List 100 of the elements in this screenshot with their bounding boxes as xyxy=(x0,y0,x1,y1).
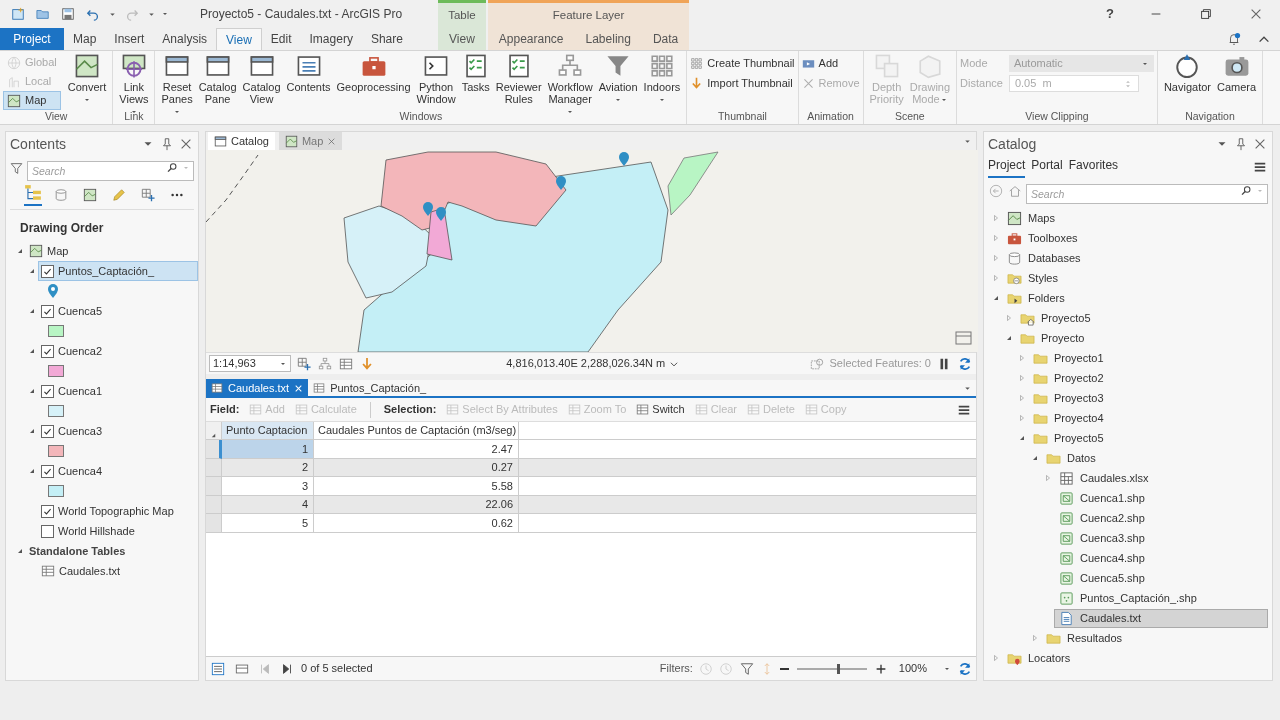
location-pin-icon[interactable] xyxy=(556,176,566,190)
coordinates-dropdown[interactable]: 4,816,013.40E 2,288,026.34N m xyxy=(506,355,680,372)
ribbon-tab[interactable]: Imagery xyxy=(300,28,362,50)
refresh-button[interactable] xyxy=(957,660,973,677)
ribbon-button[interactable]: Import Thumbnail xyxy=(690,75,795,92)
layer-row[interactable]: Puntos_Captación_ xyxy=(38,261,198,281)
catalog-item[interactable]: Cuenca4.shp xyxy=(1054,548,1268,568)
layer-row[interactable]: Cuenca1 xyxy=(38,381,198,401)
catalog-item[interactable]: Proyecto5 xyxy=(1028,428,1268,448)
layer-row[interactable]: Caudales.txt xyxy=(38,561,198,581)
ribbon-button[interactable]: Reset Panes xyxy=(158,53,196,117)
layer-row[interactable]: Cuenca5 xyxy=(38,301,198,321)
ribbon-tab[interactable]: Project xyxy=(0,28,64,50)
catalog-item[interactable]: Caudales.txt xyxy=(1054,608,1268,628)
catalog-item[interactable]: Proyecto4 xyxy=(1028,408,1268,428)
slider-thumb[interactable] xyxy=(837,663,841,674)
ribbon-tab[interactable]: Analysis xyxy=(153,28,217,50)
ribbon-button[interactable]: Catalog View xyxy=(239,53,284,105)
catalog-item[interactable]: Maps xyxy=(1002,208,1268,228)
checkbox[interactable] xyxy=(41,304,54,318)
checkbox[interactable] xyxy=(41,464,54,478)
ribbon-button[interactable]: Convert xyxy=(64,53,110,105)
table-tab[interactable]: Puntos_Captación_ xyxy=(308,379,432,397)
checkbox[interactable] xyxy=(41,344,54,358)
help-button[interactable]: ? xyxy=(1100,4,1120,24)
location-pin-icon[interactable] xyxy=(436,207,446,221)
checkbox[interactable] xyxy=(41,524,54,538)
search-field[interactable]: Search xyxy=(1026,184,1268,204)
ribbon-button[interactable]: Tasks xyxy=(458,53,493,93)
ribbon-button[interactable]: Create Thumbnail xyxy=(690,55,795,72)
catalog-item[interactable]: Locators xyxy=(1002,648,1268,668)
document-tab[interactable]: Catalog xyxy=(208,132,275,150)
ribbon-button[interactable]: Aviation xyxy=(595,53,641,105)
ribbon-button[interactable]: Catalog Pane xyxy=(195,53,240,105)
ribbon-button[interactable]: Reviewer Rules xyxy=(492,53,545,105)
zoom-dropdown[interactable]: 100% xyxy=(898,660,951,677)
pane-tab[interactable]: Portal xyxy=(1031,156,1063,178)
layer-row[interactable]: Cuenca3 xyxy=(38,421,198,441)
checkbox[interactable] xyxy=(41,504,54,518)
ribbon-tab[interactable]: Share xyxy=(361,28,412,50)
catalog-item[interactable]: Cuenca1.shp xyxy=(1054,488,1268,508)
checkbox[interactable] xyxy=(41,264,54,278)
ribbon-tab[interactable]: Appearance xyxy=(487,28,575,50)
ribbon-button[interactable]: Add xyxy=(801,55,860,72)
pane-tab[interactable]: Project xyxy=(988,156,1026,178)
checkbox[interactable] xyxy=(41,424,54,438)
zoom-slider[interactable] xyxy=(796,663,867,674)
checkbox[interactable] xyxy=(41,384,54,398)
ribbon-tab[interactable]: Edit xyxy=(261,28,301,50)
layer-row[interactable]: Cuenca2 xyxy=(38,341,198,361)
catalog-item[interactable]: Proyecto5 xyxy=(1015,308,1268,328)
ribbon-button[interactable]: Python Window xyxy=(413,53,459,105)
map-tool-button[interactable] xyxy=(296,355,312,372)
table-tab[interactable]: Caudales.txt xyxy=(206,379,309,397)
catalog-item[interactable]: Proyecto3 xyxy=(1028,388,1268,408)
refresh-button[interactable] xyxy=(957,355,973,372)
layout-icon[interactable] xyxy=(955,331,972,345)
ribbon-button[interactable]: Contents xyxy=(283,53,334,93)
catalog-item[interactable]: Folders xyxy=(1002,288,1268,308)
ribbon-tab[interactable]: View xyxy=(438,28,486,50)
table-tool-button[interactable]: Switch xyxy=(636,401,685,418)
ribbon-tab[interactable]: Labeling xyxy=(574,28,642,50)
catalog-item[interactable]: Cuenca2.shp xyxy=(1054,508,1268,528)
list-by-drawing-order-button[interactable] xyxy=(24,183,42,206)
filter-button[interactable] xyxy=(738,660,755,677)
catalog-item[interactable]: Styles xyxy=(1002,268,1268,288)
ribbon-button[interactable]: Workflow Manager xyxy=(544,53,596,117)
layer-row[interactable]: World Hillshade xyxy=(38,521,198,541)
ribbon-tab[interactable]: Data xyxy=(641,28,690,50)
layer-row[interactable]: Cuenca4 xyxy=(38,461,198,481)
catalog-item[interactable]: Cuenca5.shp xyxy=(1054,568,1268,588)
home-button[interactable] xyxy=(1007,183,1023,199)
view-mode-button[interactable]: Map xyxy=(3,91,61,110)
catalog-item[interactable]: Toolboxes xyxy=(1002,228,1268,248)
search-field[interactable]: Search xyxy=(27,161,194,181)
layer-row[interactable]: Standalone Tables xyxy=(26,541,198,561)
ribbon-button[interactable]: Geoprocessing xyxy=(333,53,414,93)
ribbon-button[interactable]: Camera xyxy=(1213,53,1260,93)
catalog-item[interactable]: Proyecto2 xyxy=(1028,368,1268,388)
ribbon-button[interactable]: Indoors xyxy=(640,53,684,105)
ribbon-tab[interactable]: View xyxy=(216,28,262,50)
layer-row[interactable]: World Topographic Map xyxy=(38,501,198,521)
catalog-item[interactable]: Puntos_Captación_.shp xyxy=(1054,588,1268,608)
catalog-item[interactable]: Datos xyxy=(1041,448,1268,468)
scale-dropdown[interactable]: 1:14,963 xyxy=(209,355,291,372)
ribbon-tab[interactable]: Map xyxy=(64,28,106,50)
ribbon-tab[interactable]: Insert xyxy=(105,28,154,50)
column-header[interactable]: Punto Captacion xyxy=(222,422,314,440)
row-header[interactable] xyxy=(206,440,222,459)
column-header[interactable]: Caudales Puntos de Captación (m3/seg) xyxy=(314,422,519,440)
catalog-item[interactable]: Proyecto1 xyxy=(1028,348,1268,368)
catalog-item[interactable]: Cuenca3.shp xyxy=(1054,528,1268,548)
ribbon-button[interactable]: Navigator xyxy=(1160,53,1214,93)
pane-tab[interactable]: Favorites xyxy=(1068,156,1119,178)
catalog-item[interactable]: Resultados xyxy=(1041,628,1268,648)
catalog-item[interactable]: Databases xyxy=(1002,248,1268,268)
location-pin-icon[interactable] xyxy=(423,202,433,216)
layer-row[interactable]: Map xyxy=(26,241,198,261)
map-tool-button[interactable] xyxy=(317,355,333,372)
catalog-item[interactable]: Caudales.xlsx xyxy=(1054,468,1268,488)
